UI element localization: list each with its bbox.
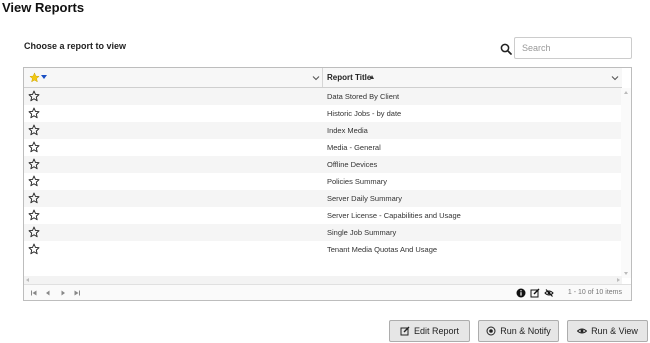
- page-subtitle: Choose a report to view: [24, 41, 127, 51]
- table-row[interactable]: Historic Jobs - by date: [24, 105, 622, 122]
- vertical-scrollbar[interactable]: [621, 88, 631, 278]
- table-row[interactable]: Data Stored By Client: [24, 88, 622, 105]
- favorite-sort-caret-icon[interactable]: [41, 75, 47, 79]
- report-title-cell[interactable]: Server License - Capabilities and Usage: [327, 211, 461, 220]
- favorite-star-icon[interactable]: [28, 158, 40, 170]
- no-view-icon[interactable]: [544, 288, 554, 298]
- table-row[interactable]: Offline Devices: [24, 156, 622, 173]
- favorite-star-icon[interactable]: [28, 226, 40, 238]
- scroll-down-icon[interactable]: [624, 272, 628, 275]
- chevron-down-icon[interactable]: [311, 73, 321, 83]
- search-icon[interactable]: [500, 43, 512, 55]
- report-title-cell[interactable]: Tenant Media Quotas And Usage: [327, 245, 437, 254]
- table-row[interactable]: Server License - Capabilities and Usage: [24, 207, 622, 224]
- edit-icon[interactable]: [530, 288, 540, 298]
- table-row[interactable]: Media - General: [24, 139, 622, 156]
- run-notify-button[interactable]: Run & Notify: [478, 320, 559, 342]
- report-title-cell[interactable]: Offline Devices: [327, 160, 377, 169]
- info-icon[interactable]: [516, 288, 526, 298]
- favorite-star-icon[interactable]: [28, 107, 40, 119]
- prev-page-icon[interactable]: [44, 289, 52, 297]
- last-page-icon[interactable]: [73, 289, 81, 297]
- table-row[interactable]: Server Daily Summary: [24, 190, 622, 207]
- items-count: 1 - 10 of 10 items: [567, 289, 622, 296]
- report-title-cell[interactable]: Policies Summary: [327, 177, 387, 186]
- favorite-star-icon[interactable]: [28, 90, 40, 102]
- sort-ascending-icon: [370, 75, 374, 79]
- edit-report-label: Edit Report: [413, 326, 460, 336]
- report-title-column-header[interactable]: Report Title: [323, 68, 622, 87]
- edit-report-button[interactable]: Edit Report: [389, 320, 470, 342]
- favorite-star-icon[interactable]: [28, 243, 40, 255]
- star-icon: [29, 72, 40, 83]
- next-page-icon[interactable]: [59, 289, 67, 297]
- favorite-star-icon[interactable]: [28, 124, 40, 136]
- grid-rows: Data Stored By Client Historic Jobs - by …: [24, 88, 622, 258]
- favorite-star-icon[interactable]: [28, 192, 40, 204]
- table-row[interactable]: Index Media: [24, 122, 622, 139]
- report-title-cell[interactable]: Index Media: [327, 126, 368, 135]
- horizontal-scrollbar[interactable]: [24, 276, 622, 284]
- scroll-up-icon[interactable]: [624, 91, 628, 94]
- table-row[interactable]: Single Job Summary: [24, 224, 622, 241]
- favorite-star-icon[interactable]: [28, 175, 40, 187]
- run-view-label: Run & View: [591, 326, 638, 336]
- grid-header: Report Title: [24, 68, 622, 88]
- report-title-cell[interactable]: Media - General: [327, 143, 381, 152]
- first-page-icon[interactable]: [30, 289, 38, 297]
- report-title-cell[interactable]: Server Daily Summary: [327, 194, 402, 203]
- report-title-cell[interactable]: Single Job Summary: [327, 228, 396, 237]
- favorite-star-icon[interactable]: [28, 141, 40, 153]
- report-title-cell[interactable]: Data Stored By Client: [327, 92, 399, 101]
- run-notify-label: Run & Notify: [500, 326, 551, 336]
- run-view-button[interactable]: Run & View: [567, 320, 648, 342]
- favorite-star-icon[interactable]: [28, 209, 40, 221]
- scroll-left-icon[interactable]: [26, 278, 29, 282]
- run-notify-icon: [486, 326, 496, 336]
- table-row[interactable]: Policies Summary: [24, 173, 622, 190]
- page-title: View Reports: [2, 0, 85, 15]
- scroll-right-icon[interactable]: [617, 278, 620, 282]
- favorite-column-header[interactable]: [24, 68, 323, 87]
- report-title-cell[interactable]: Historic Jobs - by date: [327, 109, 401, 118]
- chevron-down-icon[interactable]: [610, 73, 620, 83]
- table-row[interactable]: Tenant Media Quotas And Usage: [24, 241, 622, 258]
- eye-icon: [577, 328, 588, 334]
- search-input[interactable]: [514, 37, 632, 59]
- grid-footer: 1 - 10 of 10 items: [24, 284, 631, 300]
- reports-grid: Report Title Data Stored By Client Histor…: [23, 67, 632, 301]
- report-title-header-label: Report Title: [327, 73, 372, 82]
- edit-icon: [400, 326, 410, 336]
